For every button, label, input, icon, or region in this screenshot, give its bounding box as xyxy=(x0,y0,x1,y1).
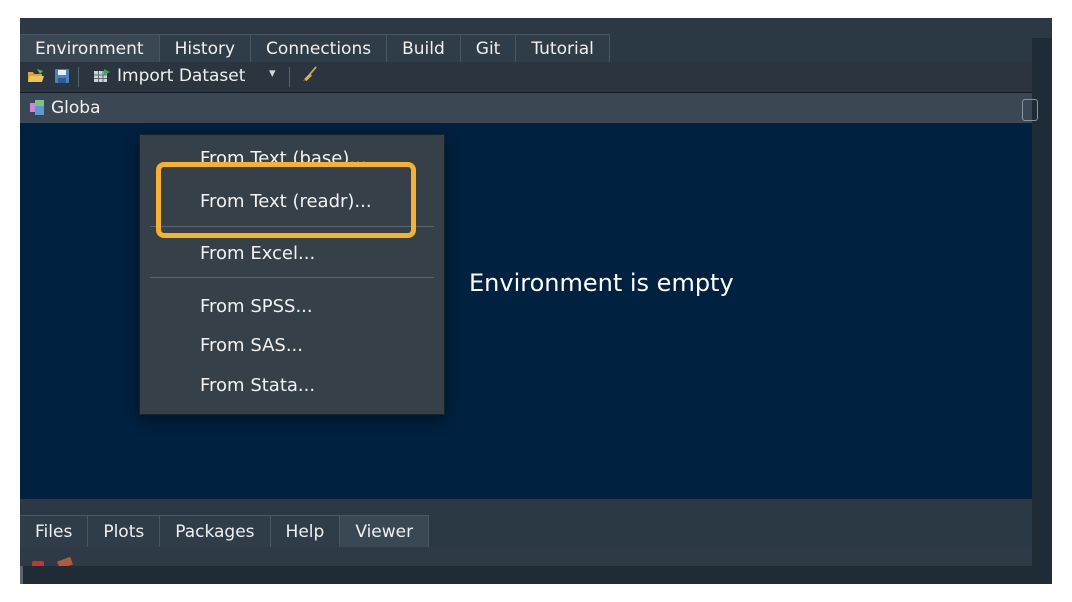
environment-toolbar: Import Dataset ▾ xyxy=(20,62,1032,93)
tab-git[interactable]: Git xyxy=(460,34,517,62)
tab-environment[interactable]: Environment xyxy=(20,34,160,62)
upper-pane-tabbar: Environment History Connections Build Gi… xyxy=(20,34,1032,62)
import-dataset-button[interactable]: Import Dataset xyxy=(117,66,245,86)
menu-item-from-sas[interactable]: From SAS... xyxy=(200,335,303,356)
global-environment-icon xyxy=(30,100,44,115)
tab-tutorial[interactable]: Tutorial xyxy=(516,34,610,62)
highlight-box xyxy=(156,162,416,238)
toolbar-separator xyxy=(78,67,79,87)
search-field-edge[interactable] xyxy=(1022,99,1038,121)
menu-item-from-spss[interactable]: From SPSS... xyxy=(200,296,313,317)
tab-plots[interactable]: Plots xyxy=(88,515,161,547)
tab-help[interactable]: Help xyxy=(270,515,341,547)
environment-scope-bar: Globa xyxy=(20,93,1038,124)
tab-connections[interactable]: Connections xyxy=(251,34,388,62)
remove-icon[interactable] xyxy=(32,561,44,566)
toolbar-separator xyxy=(289,67,290,87)
chevron-down-icon[interactable]: ▾ xyxy=(269,66,276,81)
tab-files[interactable]: Files xyxy=(20,515,89,547)
broom-icon[interactable] xyxy=(57,556,73,566)
menu-item-from-excel[interactable]: From Excel... xyxy=(200,243,315,264)
lower-pane-toolbar xyxy=(20,547,1032,566)
import-dataset-icon[interactable] xyxy=(93,68,111,84)
tab-build[interactable]: Build xyxy=(387,34,461,62)
open-folder-icon[interactable] xyxy=(27,68,45,84)
menu-item-from-stata[interactable]: From Stata... xyxy=(200,375,315,396)
tab-viewer[interactable]: Viewer xyxy=(340,515,430,547)
menu-separator xyxy=(150,277,434,278)
empty-environment-message: Environment is empty xyxy=(469,269,734,297)
tab-packages[interactable]: Packages xyxy=(160,515,271,547)
tab-history[interactable]: History xyxy=(159,34,252,62)
broom-icon[interactable] xyxy=(301,66,319,82)
global-environment-selector[interactable]: Globa xyxy=(51,98,101,118)
lower-pane-tabbar: Files Plots Packages Help Viewer xyxy=(20,515,1032,547)
save-icon[interactable] xyxy=(53,68,71,84)
